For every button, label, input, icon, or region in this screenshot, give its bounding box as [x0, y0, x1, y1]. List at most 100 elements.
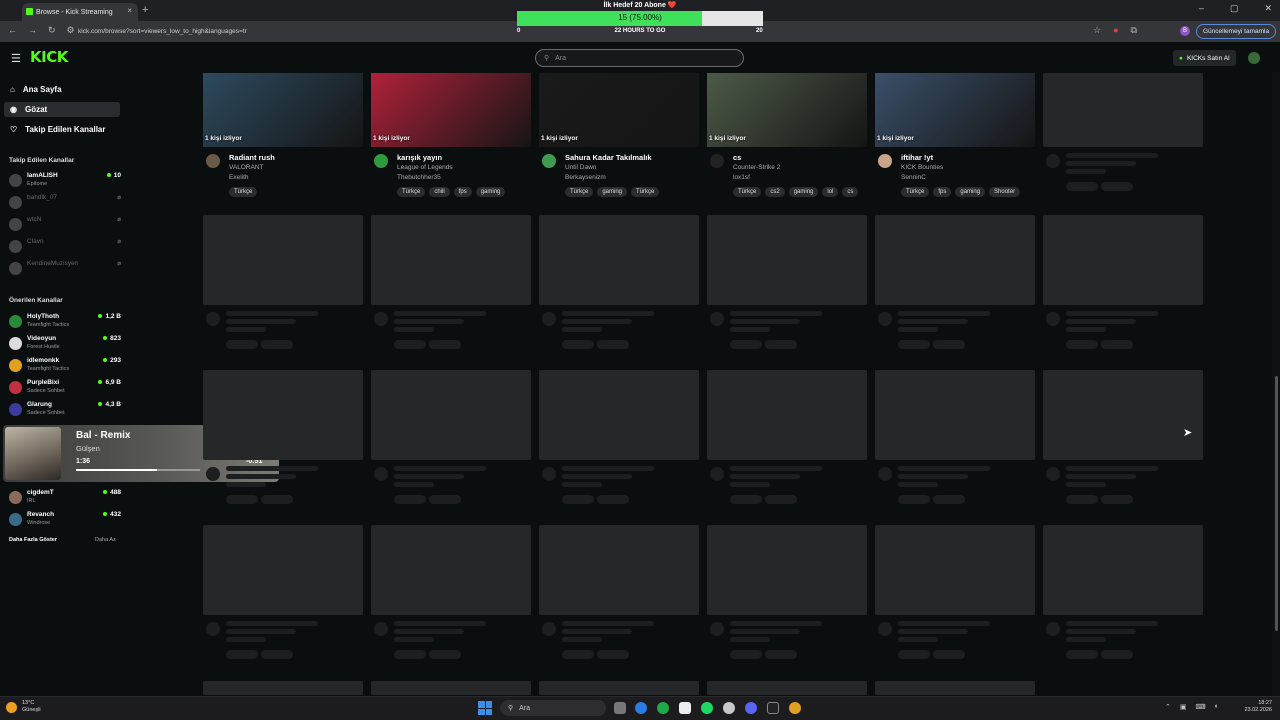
sidebar-channel[interactable]: PurpleBixi Sadece Sohbet 6,9 B — [9, 379, 121, 399]
sidebar-channel[interactable]: Videoyun Forest Hustle 823 — [9, 335, 121, 355]
stream-tag[interactable]: gaming — [597, 187, 628, 197]
close-window-icon[interactable]: ✕ — [1264, 3, 1272, 14]
sidebar-channel[interactable]: KendineMuzisyen ⌀ — [9, 260, 121, 280]
sidebar-channel[interactable]: HolyThoth Teamfight Tactics 1,2 B — [9, 313, 121, 333]
user-avatar[interactable] — [1248, 52, 1260, 64]
stream-title[interactable]: iftihar !yt — [901, 153, 933, 162]
site-info-icon[interactable]: ⚙ — [67, 25, 75, 36]
show-less-link[interactable]: Daha Az — [95, 537, 116, 543]
network-icon[interactable]: ⌨ — [1196, 703, 1206, 711]
stream-tag[interactable]: Türkçe — [733, 187, 762, 197]
update-button[interactable]: Güncellemeyi tamamla — [1196, 24, 1277, 39]
stream-game[interactable]: KICK Bounties — [901, 164, 943, 171]
stream-game[interactable]: League of Legends — [397, 164, 453, 171]
browser-profile-avatar[interactable]: B — [1180, 26, 1190, 36]
windows-start-icon[interactable] — [478, 701, 492, 715]
heart-icon: ♡ — [10, 125, 18, 134]
maximize-icon[interactable]: ▢ — [1230, 3, 1239, 14]
stream-tag[interactable]: Türkçe — [565, 187, 594, 197]
nav-browse[interactable]: ◉ Gözat — [4, 102, 120, 117]
new-tab-button[interactable]: + — [142, 4, 148, 16]
stream-tag[interactable]: chill — [429, 187, 450, 197]
stream-title[interactable]: Sahura Kadar Takılmalık — [565, 153, 652, 162]
stream-tag[interactable]: fps — [933, 187, 952, 197]
stream-title[interactable]: karışık yayın — [397, 153, 442, 162]
stream-game[interactable]: Until Dawn — [565, 164, 596, 171]
taskbar-clock[interactable]: 18:27 23.02.2026 — [1240, 700, 1272, 714]
stream-tag[interactable]: fps — [453, 187, 472, 197]
streamer-name[interactable]: Berkaysenizm — [565, 174, 606, 181]
taskbar-search[interactable]: ⚲ Ara — [500, 700, 606, 716]
sidebar-channel[interactable]: Revanch Windrose 432 — [9, 511, 121, 531]
stream-tag[interactable]: cs — [842, 187, 859, 197]
stream-tag[interactable]: Türkçe — [397, 187, 426, 197]
stream-title[interactable]: Radiant rush — [229, 153, 275, 162]
stream-tag[interactable]: Türkçe — [901, 187, 930, 197]
stream-tag[interactable]: Türkçe — [631, 187, 660, 197]
search-input[interactable]: ⚲ Ara — [535, 49, 744, 67]
extensions-puzzle-icon[interactable]: ⧉ — [1131, 25, 1137, 36]
show-more-link[interactable]: Daha Fazla Göster — [9, 537, 57, 543]
xbox-icon[interactable] — [657, 702, 669, 714]
stream-game[interactable]: VALORANT — [229, 164, 264, 171]
sidebar-channel[interactable]: idlemonkk Teamfight Tactics 293 — [9, 357, 121, 377]
streamer-avatar[interactable] — [878, 154, 892, 168]
volume-icon[interactable]: ◐ — [1215, 703, 1219, 711]
skeleton-placeholder — [898, 637, 938, 642]
kick-logo[interactable]: KICK — [30, 48, 68, 66]
epic-games-icon[interactable] — [767, 702, 779, 714]
discord-icon[interactable] — [745, 702, 757, 714]
streamer-avatar[interactable] — [374, 154, 388, 168]
scrollbar-thumb[interactable] — [1275, 376, 1278, 631]
reload-icon[interactable]: ↻ — [48, 25, 56, 36]
chrome-icon[interactable] — [789, 702, 801, 714]
stream-tag[interactable]: lol — [822, 187, 839, 197]
tray-app-icon[interactable]: ▣ — [1180, 703, 1187, 711]
stream-tag[interactable]: Shooter — [989, 187, 1021, 197]
minimize-icon[interactable]: – — [1199, 3, 1204, 14]
stream-tag[interactable]: gaming — [955, 187, 986, 197]
forward-icon[interactable]: → — [28, 25, 37, 36]
task-view-icon[interactable] — [614, 702, 626, 714]
sidebar-channel[interactable]: Glarung Sadece Sohbet 4,3 B — [9, 401, 121, 421]
streamer-name[interactable]: Exelith — [229, 174, 249, 181]
skeleton-placeholder — [765, 495, 797, 504]
buy-kicks-button[interactable]: ● KICKs Satın Al — [1173, 50, 1236, 66]
channel-game: IRL — [27, 498, 36, 504]
tab-close-icon[interactable]: × — [127, 6, 132, 15]
streamer-avatar[interactable] — [542, 154, 556, 168]
channel-game: Windrose — [27, 520, 51, 526]
bookmark-star-icon[interactable]: ☆ — [1093, 25, 1101, 36]
extension-red-icon[interactable]: ● — [1113, 25, 1118, 36]
spotify-icon[interactable] — [701, 702, 713, 714]
tray-chevron-icon[interactable]: ⌃ — [1165, 703, 1171, 711]
browser-tab[interactable]: Browse - Kick Streaming × — [22, 3, 138, 21]
streamer-avatar[interactable] — [710, 154, 724, 168]
stream-tag[interactable]: gaming — [475, 187, 506, 197]
streamer-name[interactable]: Thebutchher35 — [397, 174, 441, 181]
weather-widget[interactable]: 13°C Güneşli — [6, 700, 41, 714]
sidebar-channel[interactable]: bahdlk_07 ⌀ — [9, 194, 121, 214]
menu-icon[interactable]: ☰ — [11, 52, 21, 65]
stream-tag[interactable]: cs2 — [765, 187, 785, 197]
track-seek-bar[interactable] — [76, 469, 200, 471]
url-field[interactable]: kick.com/browse?sort=viewers_low_to_high… — [78, 28, 247, 35]
streamer-name[interactable]: lox1sf — [733, 174, 750, 181]
stream-tag[interactable]: Türkçe — [229, 187, 258, 197]
nav-home[interactable]: ⌂ Ana Sayfa — [10, 85, 62, 94]
sidebar-channel[interactable]: Clavn ⌀ — [9, 238, 121, 258]
settings-gear-icon[interactable] — [723, 702, 735, 714]
sidebar-channel[interactable]: cigdemT IRL 488 — [9, 489, 121, 509]
stream-game[interactable]: Counter-Strike 2 — [733, 164, 780, 171]
back-icon[interactable]: ← — [8, 25, 17, 36]
store-icon[interactable] — [679, 702, 691, 714]
stream-tag[interactable]: gaming — [788, 187, 819, 197]
streamer-avatar[interactable] — [206, 154, 220, 168]
sidebar-channel[interactable]: IamALISH Epitome 10 — [9, 172, 121, 192]
nav-following[interactable]: ♡ Takip Edilen Kanallar — [10, 125, 106, 134]
stream-title[interactable]: cs — [733, 153, 741, 162]
sidebar-channel[interactable]: wtcN ⌀ — [9, 216, 121, 236]
streamer-name[interactable]: SenninC — [901, 174, 926, 181]
edge-icon[interactable] — [635, 702, 647, 714]
skeleton-placeholder — [562, 650, 594, 659]
